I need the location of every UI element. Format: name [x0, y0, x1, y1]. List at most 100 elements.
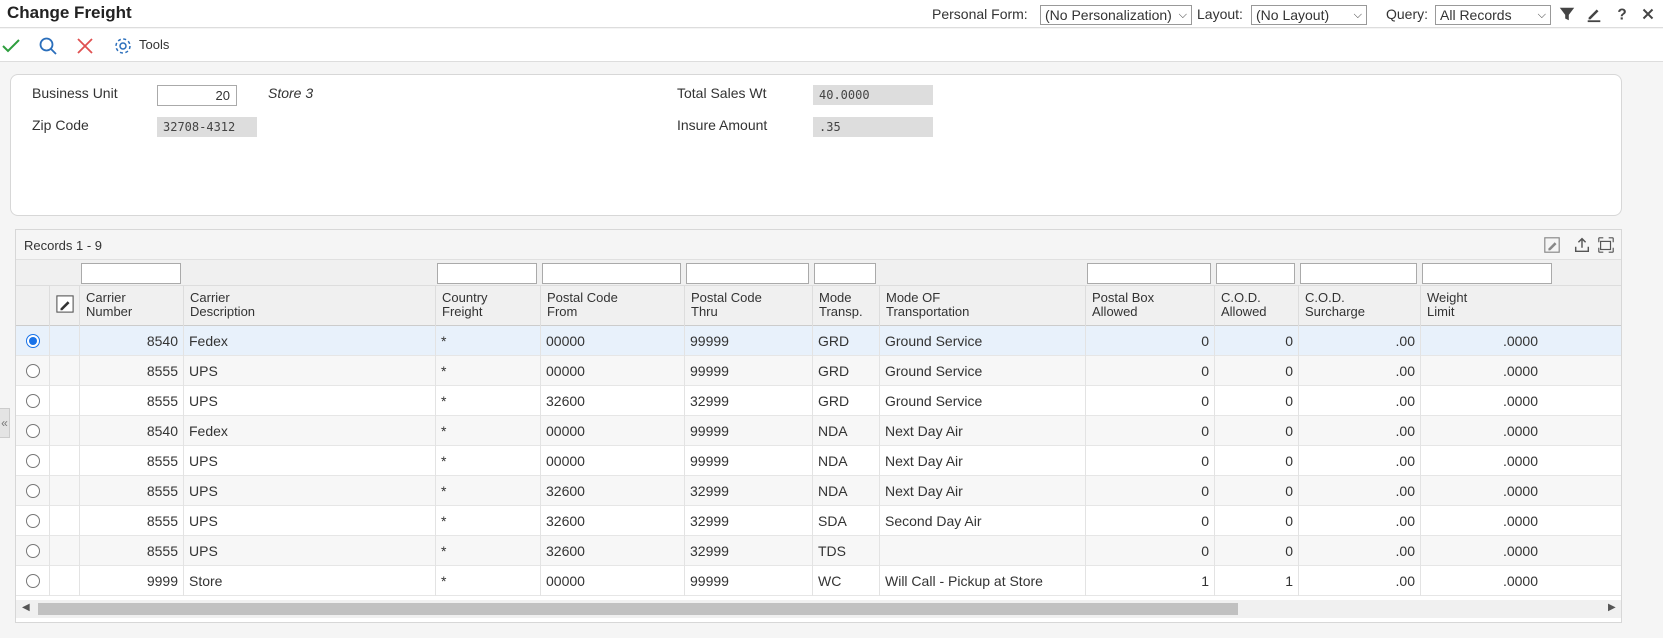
cell-country-freight[interactable]: * — [435, 326, 540, 356]
cell-cod-surcharge[interactable]: .00 — [1298, 536, 1420, 566]
layout-select[interactable]: (No Layout) ⌵ — [1251, 5, 1367, 25]
cell-carrier-description[interactable]: UPS — [183, 446, 435, 476]
cell-carrier-description[interactable]: UPS — [183, 476, 435, 506]
cell-mode-transp[interactable]: NDA — [812, 446, 879, 476]
table-row[interactable]: 8555 UPS * 32600 32999 SDA Second Day Air 0 0.00… — [16, 506, 1621, 536]
cell-cod-surcharge[interactable]: .00 — [1298, 326, 1420, 356]
cell-weight-limit[interactable]: .0000 — [1420, 446, 1543, 476]
cell-postal-code-thru[interactable]: 99999 — [684, 356, 812, 386]
row-select-radio[interactable] — [26, 544, 40, 558]
cell-country-freight[interactable]: * — [435, 416, 540, 446]
col-postal-box-allowed[interactable]: Postal Box Allowed — [1085, 286, 1214, 326]
col-country-freight[interactable]: Country Freight — [435, 286, 540, 326]
gear-icon[interactable] — [112, 35, 134, 57]
cell-postal-box-allowed[interactable]: 0 — [1085, 506, 1214, 536]
cell-carrier-number[interactable]: 8540 — [79, 326, 183, 356]
cell-postal-box-allowed[interactable]: 0 — [1085, 536, 1214, 566]
tools-menu[interactable]: Tools — [139, 37, 169, 52]
cell-carrier-number[interactable]: 8555 — [79, 386, 183, 416]
row-select-radio[interactable] — [26, 394, 40, 408]
help-icon[interactable]: ? — [1612, 4, 1632, 24]
cell-cod-allowed[interactable]: 0 — [1214, 446, 1298, 476]
cell-postal-code-from[interactable]: 00000 — [540, 416, 684, 446]
cell-postal-code-thru[interactable]: 32999 — [684, 536, 812, 566]
cell-mode-transp[interactable]: NDA — [812, 416, 879, 446]
cell-cod-surcharge[interactable]: .00 — [1298, 566, 1420, 596]
cell-postal-code-thru[interactable]: 32999 — [684, 506, 812, 536]
filter-country-freight[interactable] — [437, 263, 537, 284]
cell-postal-box-allowed[interactable]: 0 — [1085, 386, 1214, 416]
horizontal-scrollbar[interactable]: ◀ ▶ — [16, 600, 1621, 618]
table-row[interactable]: 8555 UPS * 00000 99999 GRD Ground Service 0 0.00… — [16, 356, 1621, 386]
col-weight-limit[interactable]: Weight Limit — [1420, 286, 1621, 326]
cell-carrier-description[interactable]: Store — [183, 566, 435, 596]
col-postal-code-thru[interactable]: Postal Code Thru — [684, 286, 812, 326]
cell-weight-limit[interactable]: .0000 — [1420, 356, 1543, 386]
row-select-radio[interactable] — [26, 454, 40, 468]
maximize-grid-icon[interactable] — [1596, 235, 1616, 255]
filter-postal-code-from[interactable] — [542, 263, 681, 284]
cell-postal-code-from[interactable]: 32600 — [540, 386, 684, 416]
cell-postal-code-from[interactable]: 00000 — [540, 566, 684, 596]
filter-weight-limit[interactable] — [1422, 263, 1552, 284]
cell-carrier-number[interactable]: 8555 — [79, 506, 183, 536]
cell-postal-code-thru[interactable]: 99999 — [684, 326, 812, 356]
cell-cod-allowed[interactable]: 0 — [1214, 386, 1298, 416]
find-search-icon[interactable] — [37, 35, 59, 57]
col-carrier-number[interactable]: Carrier Number — [79, 286, 183, 326]
filter-icon[interactable] — [1557, 4, 1577, 24]
cell-country-freight[interactable]: * — [435, 446, 540, 476]
cell-mode-transp[interactable]: SDA — [812, 506, 879, 536]
cell-weight-limit[interactable]: .0000 — [1420, 566, 1543, 596]
cell-cod-allowed[interactable]: 0 — [1214, 476, 1298, 506]
table-row[interactable]: 8540 Fedex * 00000 99999 NDA Next Day Air 0 0.00… — [16, 416, 1621, 446]
cell-postal-box-allowed[interactable]: 0 — [1085, 326, 1214, 356]
cell-postal-code-from[interactable]: 32600 — [540, 536, 684, 566]
col-cod-allowed[interactable]: C.O.D. Allowed — [1214, 286, 1298, 326]
cell-postal-code-from[interactable]: 00000 — [540, 326, 684, 356]
scrollbar-thumb[interactable] — [38, 603, 1238, 615]
cell-mode-transp[interactable]: TDS — [812, 536, 879, 566]
cell-postal-box-allowed[interactable]: 0 — [1085, 476, 1214, 506]
table-row[interactable]: 8540 Fedex * 00000 99999 GRD Ground Service 0 0.… — [16, 326, 1621, 356]
table-row[interactable]: 8555 UPS * 32600 32999 TDS 0 0.00.0000 — [16, 536, 1621, 566]
cell-cod-allowed[interactable]: 0 — [1214, 326, 1298, 356]
cell-mode-transp[interactable]: NDA — [812, 476, 879, 506]
cell-carrier-description[interactable]: UPS — [183, 536, 435, 566]
filter-carrier-number[interactable] — [81, 263, 181, 284]
row-select-radio[interactable] — [26, 364, 40, 378]
cell-mode-of-transportation[interactable]: Ground Service — [879, 326, 1085, 356]
cell-weight-limit[interactable]: .0000 — [1420, 506, 1543, 536]
cell-postal-code-from[interactable]: 00000 — [540, 446, 684, 476]
cell-mode-transp[interactable]: GRD — [812, 326, 879, 356]
col-mode-of-transportation[interactable]: Mode OF Transportation — [879, 286, 1085, 326]
cell-carrier-description[interactable]: Fedex — [183, 326, 435, 356]
cell-cod-allowed[interactable]: 0 — [1214, 506, 1298, 536]
cell-postal-box-allowed[interactable]: 0 — [1085, 356, 1214, 386]
cell-carrier-number[interactable]: 8555 — [79, 446, 183, 476]
export-icon[interactable] — [1572, 235, 1592, 255]
cell-mode-of-transportation[interactable]: Next Day Air — [879, 416, 1085, 446]
cell-cod-surcharge[interactable]: .00 — [1298, 506, 1420, 536]
personal-form-select[interactable]: (No Personalization) ⌵ — [1040, 5, 1192, 25]
cancel-x-icon[interactable] — [74, 35, 96, 57]
filter-cod-allowed[interactable] — [1216, 263, 1295, 284]
cell-country-freight[interactable]: * — [435, 536, 540, 566]
table-row[interactable]: 8555 UPS * 32600 32999 GRD Ground Service 0 0.00… — [16, 386, 1621, 416]
cell-postal-box-allowed[interactable]: 1 — [1085, 566, 1214, 596]
cell-postal-box-allowed[interactable]: 0 — [1085, 446, 1214, 476]
table-row[interactable]: 8555 UPS * 00000 99999 NDA Next Day Air 0 0.00.0… — [16, 446, 1621, 476]
business-unit-input[interactable] — [157, 85, 237, 106]
table-row[interactable]: 8555 UPS * 32600 32999 NDA Next Day Air 0 0.00.0… — [16, 476, 1621, 506]
cell-carrier-description[interactable]: UPS — [183, 506, 435, 536]
query-select[interactable]: All Records ⌵ — [1435, 5, 1551, 25]
cell-mode-of-transportation[interactable]: Ground Service — [879, 386, 1085, 416]
cell-cod-allowed[interactable]: 1 — [1214, 566, 1298, 596]
cell-mode-of-transportation[interactable]: Ground Service — [879, 356, 1085, 386]
cell-postal-code-thru[interactable]: 32999 — [684, 476, 812, 506]
cell-carrier-description[interactable]: UPS — [183, 386, 435, 416]
cell-carrier-description[interactable]: Fedex — [183, 416, 435, 446]
cell-weight-limit[interactable]: .0000 — [1420, 536, 1543, 566]
row-select-radio[interactable] — [26, 334, 40, 348]
filter-cod-surcharge[interactable] — [1300, 263, 1417, 284]
